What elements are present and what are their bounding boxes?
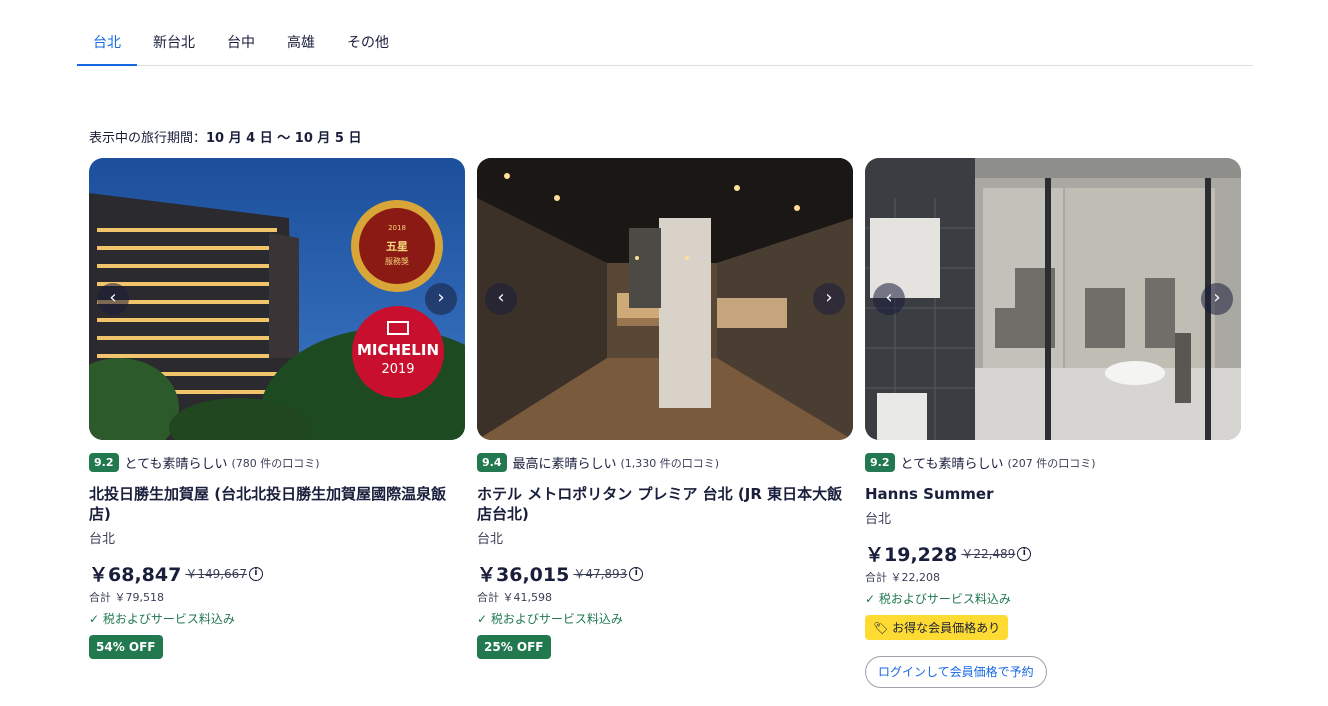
michelin-badge: MICHELIN 2019 [352, 306, 444, 398]
total-price: 合計 ￥41,598 [477, 591, 552, 604]
member-price-badge: 🏷 お得な会員価格あり [865, 615, 1009, 640]
city-tabs: 台北 新台北 台中 高雄 その他 [77, 22, 1253, 66]
svg-text:2019: 2019 [381, 362, 414, 377]
info-icon[interactable]: i [629, 566, 644, 581]
hotel-city: 台北 [865, 512, 892, 527]
hotel-name[interactable]: 北投日勝生加賀屋 (台北北投日勝生加賀屋國際温泉飯店) [89, 484, 465, 524]
original-price: ￥22,489 [961, 547, 1016, 561]
total-price: 合計 ￥79,518 [89, 591, 164, 604]
price-box: ￥19,228 ￥22,489 i 合計 ￥22,208 ✓ 税およびサービス料… [865, 540, 1032, 640]
original-price: ￥149,667 [185, 567, 247, 581]
score-badge: 9.2 [865, 453, 895, 472]
chevron-left-icon[interactable]: ‹ [873, 283, 905, 315]
current-price: ￥36,015 [477, 564, 570, 586]
login-member-price-button[interactable]: ログインして会員価格で予約 [865, 656, 1047, 688]
svg-text:五星: 五星 [386, 240, 408, 253]
current-price: ￥68,847 [89, 564, 182, 586]
info-icon[interactable]: i [1017, 546, 1032, 561]
hotel-photo[interactable]: ‹ › [865, 158, 1241, 440]
total-price: 合計 ￥22,208 [865, 571, 940, 584]
discount-badge: 25% OFF [477, 635, 551, 659]
discount-badge: 54% OFF [89, 635, 163, 659]
hotel-photo[interactable]: 2018 五星 服務獎 MICHELIN 2019 ‹ › [89, 158, 465, 440]
chevron-right-icon[interactable]: › [1201, 283, 1233, 315]
hotel-image: 2018 五星 服務獎 MICHELIN 2019 [89, 158, 465, 440]
chevron-right-icon[interactable]: › [813, 283, 845, 315]
travel-period-label: 表示中の旅行期間： [89, 131, 207, 146]
chevron-right-icon[interactable]: › [425, 283, 457, 315]
tax-included: ✓ 税およびサービス料込み [865, 592, 1011, 606]
current-price: ￥19,228 [865, 544, 958, 566]
rating-label: 最高に素晴らしい [512, 457, 617, 472]
travel-period-dates: 10 月 4 日 〜 10 月 5 日 [206, 131, 362, 146]
original-price: ￥47,893 [573, 567, 628, 581]
tax-included: ✓ 税およびサービス料込み [477, 612, 623, 626]
hotel-card[interactable]: ‹ › 9.4 最高に素晴らしい (1,330 件の口コミ) ホテル メトロポリ… [477, 158, 853, 659]
price-box: ￥36,015 ￥47,893 i 合計 ￥41,598 ✓ 税およびサービス料… [477, 560, 644, 659]
chevron-left-icon[interactable]: ‹ [485, 283, 517, 315]
score-badge: 9.2 [89, 453, 119, 472]
tab-other[interactable]: その他 [331, 22, 405, 65]
rating-label: とても素晴らしい [124, 457, 228, 472]
hotel-city: 台北 [89, 532, 116, 547]
rating: 9.2 とても素晴らしい (207 件の口コミ) [865, 453, 1096, 472]
info-icon[interactable]: i [248, 566, 263, 581]
svg-text:服務獎: 服務獎 [385, 256, 409, 266]
tag-icon: 🏷 [873, 621, 893, 635]
hotel-city: 台北 [477, 532, 504, 547]
travel-period: 表示中の旅行期間：10 月 4 日 〜 10 月 5 日 [89, 127, 362, 146]
tab-taipei[interactable]: 台北 [77, 22, 137, 66]
review-count: (207 件の口コミ) [1007, 456, 1096, 470]
rating-label: とても素晴らしい [900, 457, 1004, 472]
hotel-card[interactable]: ‹ › 9.2 とても素晴らしい (207 件の口コミ) Hanns Summe… [865, 158, 1241, 688]
chevron-left-icon[interactable]: ‹ [97, 283, 129, 315]
hotel-name[interactable]: ホテル メトロポリタン プレミア 台北 (JR 東日本大飯店台北) [477, 484, 853, 524]
tax-included: ✓ 税およびサービス料込み [89, 612, 235, 626]
tab-kaohsiung[interactable]: 高雄 [271, 22, 331, 65]
tab-new-taipei[interactable]: 新台北 [137, 22, 211, 65]
hotel-image [865, 158, 1241, 440]
price-box: ￥68,847 ￥149,667 i 合計 ￥79,518 ✓ 税およびサービス… [89, 560, 263, 659]
hotel-name[interactable]: Hanns Summer [865, 484, 1241, 504]
award-badge: 2018 五星 服務獎 [351, 200, 443, 292]
member-price-label: お得な会員価格あり [892, 621, 1001, 635]
score-badge: 9.4 [477, 453, 507, 472]
review-count: (780 件の口コミ) [231, 456, 320, 470]
hotel-photo[interactable]: ‹ › [477, 158, 853, 440]
tab-taichung[interactable]: 台中 [211, 22, 271, 65]
hotel-card[interactable]: 2018 五星 服務獎 MICHELIN 2019 ‹ › 9.2 とても素晴ら… [89, 158, 465, 659]
hotel-image [477, 158, 853, 440]
review-count: (1,330 件の口コミ) [620, 456, 720, 470]
rating: 9.4 最高に素晴らしい (1,330 件の口コミ) [477, 453, 719, 472]
svg-text:2018: 2018 [388, 224, 406, 232]
rating: 9.2 とても素晴らしい (780 件の口コミ) [89, 453, 320, 472]
svg-text:MICHELIN: MICHELIN [357, 341, 439, 359]
